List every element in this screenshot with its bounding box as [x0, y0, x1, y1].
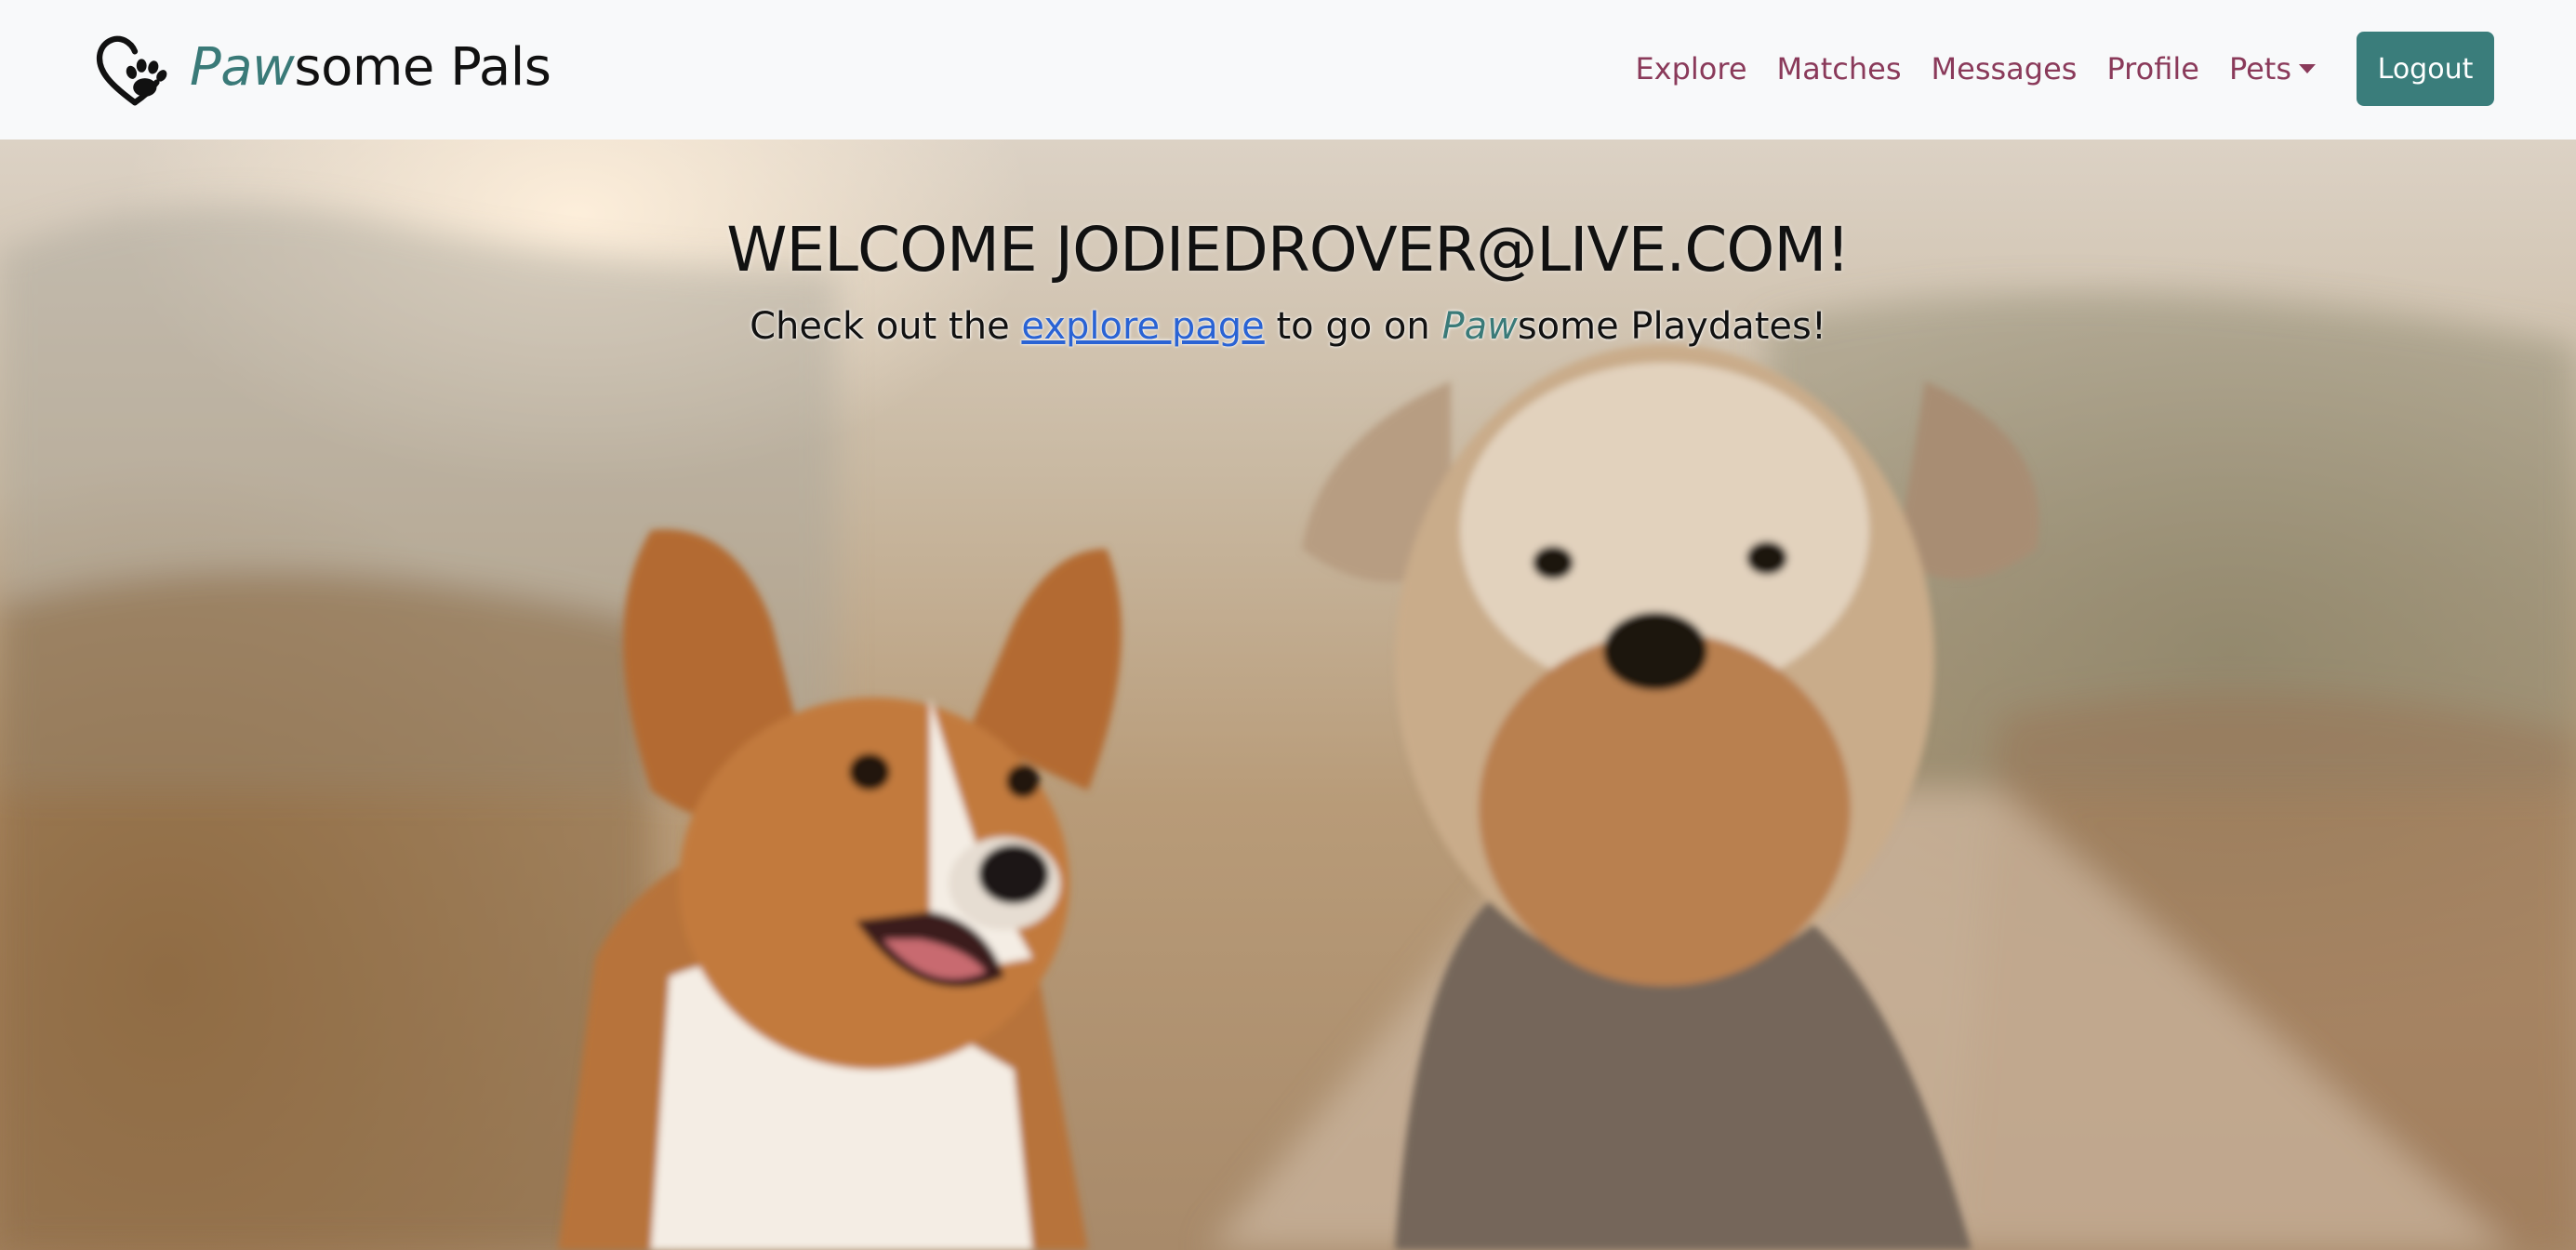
welcome-subtitle: Check out the explore page to go on Paws…	[0, 305, 2576, 348]
heart-paw-icon	[96, 35, 167, 106]
nav-profile[interactable]: Profile	[2106, 51, 2199, 86]
caret-down-icon	[2299, 64, 2316, 73]
logout-button[interactable]: Logout	[2357, 32, 2494, 106]
explore-page-link[interactable]: explore page	[1021, 305, 1264, 348]
nav-matches[interactable]: Matches	[1777, 51, 1902, 86]
subtitle-text-middle: to go on	[1264, 305, 1442, 348]
subtitle-text-before: Check out the	[750, 305, 1022, 348]
brand[interactable]: Pawsome Pals	[93, 24, 551, 117]
welcome-heading: WELCOME JODIEDROVER@LIVE.COM!	[726, 214, 1850, 286]
hero-section: WELCOME JODIEDROVER@LIVE.COM! Check out …	[0, 140, 2576, 1250]
navbar: Pawsome Pals Explore Matches Messages Pr…	[0, 0, 2576, 140]
nav-links: Explore Matches Messages Profile Pets Lo…	[1635, 32, 2494, 106]
subtitle-text-after: some Playdates!	[1517, 305, 1826, 348]
brand-name-accent: Paw	[190, 37, 295, 98]
brand-name: Pawsome Pals	[190, 42, 551, 100]
brand-name-rest: some Pals	[294, 37, 551, 98]
subtitle-accent: Paw	[1441, 305, 1518, 348]
nav-messages[interactable]: Messages	[1932, 51, 2078, 86]
nav-explore[interactable]: Explore	[1635, 51, 1746, 86]
nav-pets-label: Pets	[2228, 51, 2291, 86]
nav-pets-dropdown[interactable]: Pets	[2229, 51, 2316, 86]
